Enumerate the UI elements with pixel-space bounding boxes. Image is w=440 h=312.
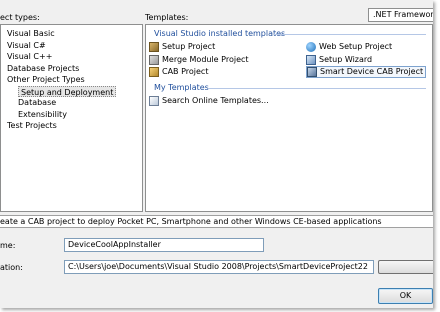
project-name-input[interactable]: DeviceCoolAppInstaller: [64, 238, 264, 252]
smart-device-cab-icon: [307, 67, 317, 77]
templates-label: Templates:: [145, 13, 189, 22]
project-types-tree[interactable]: Visual Basic Visual C# Visual C++ Database …: [0, 24, 143, 212]
template-item[interactable]: Search Online Templates...: [149, 95, 269, 107]
project-type-item[interactable]: Other Project Types: [7, 74, 85, 85]
template-item[interactable]: Smart Device CAB Project: [306, 66, 427, 78]
project-type-item[interactable]: Visual C++: [7, 51, 52, 62]
project-type-item[interactable]: Database: [18, 97, 56, 108]
framework-version-dropdown[interactable]: .NET Framework 3: [368, 8, 433, 22]
template-item[interactable]: Setup Wizard: [306, 54, 372, 66]
project-type-item[interactable]: Database Projects: [7, 63, 79, 74]
web-setup-icon: [306, 42, 316, 52]
setup-project-icon: [149, 42, 159, 52]
template-item[interactable]: Web Setup Project: [306, 41, 392, 53]
my-templates-divider: [208, 88, 426, 89]
new-project-dialog: ect types: Templates: .NET Framework 3 V…: [0, 0, 433, 308]
location-input[interactable]: C:\Users\joe\Documents\Visual Studio 200…: [64, 260, 374, 274]
project-type-item[interactable]: Test Projects: [7, 120, 57, 131]
search-online-icon: [149, 96, 159, 106]
template-item[interactable]: CAB Project: [149, 66, 208, 78]
my-templates-header: My Templates: [154, 83, 209, 92]
ok-button[interactable]: OK: [378, 288, 433, 304]
project-type-item[interactable]: Visual Basic: [7, 28, 55, 39]
project-types-label: ect types:: [0, 13, 40, 22]
templates-list[interactable]: Visual Studio installed templates My Tem…: [145, 24, 433, 212]
template-description: eate a CAB project to deploy Pocket PC, …: [0, 215, 433, 228]
installed-templates-divider: [274, 34, 426, 35]
location-dropdown[interactable]: [378, 260, 433, 274]
template-item[interactable]: Merge Module Project: [149, 54, 249, 66]
project-type-item[interactable]: Extensibility: [18, 109, 67, 120]
project-type-item[interactable]: Setup and Deployment: [18, 85, 117, 97]
installed-templates-header: Visual Studio installed templates: [154, 29, 286, 38]
location-label: ation:: [0, 263, 23, 272]
name-label: me:: [0, 241, 16, 250]
merge-module-icon: [149, 54, 159, 65]
template-item[interactable]: Setup Project: [149, 41, 215, 53]
project-type-item[interactable]: Visual C#: [7, 40, 46, 51]
cab-project-icon: [149, 67, 159, 77]
setup-wizard-icon: [306, 54, 316, 65]
